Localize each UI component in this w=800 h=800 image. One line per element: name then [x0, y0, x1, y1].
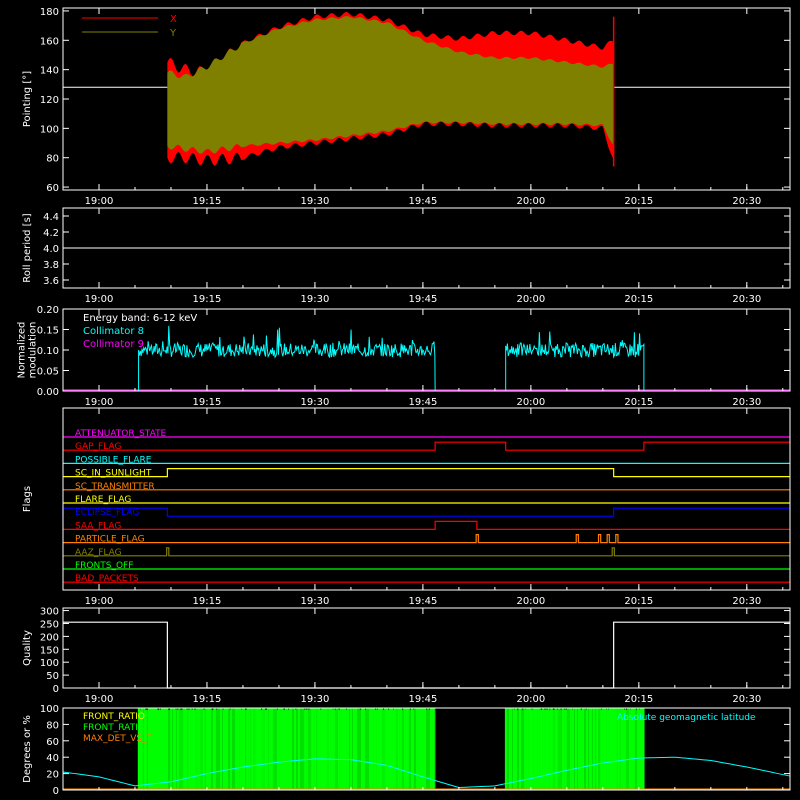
x-tick-label: 20:00	[516, 196, 545, 207]
y-tick-label: 4.4	[43, 212, 59, 223]
ratio-legend-label: FRONT_RATIO	[83, 712, 145, 722]
y-tick-label: 0.20	[37, 305, 59, 316]
y-tick-label: 4.0	[43, 244, 59, 255]
x-tick-label: 20:00	[516, 397, 545, 408]
x-tick-label: 20:15	[624, 694, 653, 705]
flag-label: ECLIPSE_FLAG	[75, 508, 139, 518]
y-tick-label: 100	[40, 658, 59, 669]
x-tick-label: 20:15	[624, 397, 653, 408]
x-tick-label: 19:15	[193, 596, 222, 607]
y-tick-label: 140	[40, 66, 59, 77]
pointing-y-label: Pointing [°]	[22, 71, 33, 127]
modulation-y-label: modulation	[28, 322, 39, 379]
x-tick-label: 20:30	[732, 294, 761, 305]
x-tick-label: 19:45	[408, 294, 437, 305]
x-tick-label: 19:30	[301, 196, 330, 207]
flags-y-label: Flags	[22, 486, 33, 512]
modulation-y-label: Normalized	[17, 322, 28, 379]
x-tick-label: 19:45	[408, 196, 437, 207]
y-tick-label: 4.2	[43, 228, 59, 239]
y-tick-label: 20	[46, 770, 59, 781]
rhessi-quicklook-chart: 19:00 19:15 19:30 19:45 20:00 20:15 20:30 60 80 1…	[0, 0, 800, 800]
y-tick-label: 60	[46, 737, 59, 748]
ratio-legend-label: MAX_DET_VS_T	[83, 734, 153, 744]
x-tick-label: 19:00	[85, 196, 114, 207]
x-tick-label: 20:30	[732, 694, 761, 705]
x-tick-label: 19:00	[85, 397, 114, 408]
y-tick-label: 3.8	[43, 260, 59, 271]
y-tick-label: 180	[40, 7, 59, 18]
ratio-legend-label: FRONT_RATIO_	[83, 723, 150, 733]
y-tick-label: 0	[53, 684, 59, 695]
y-tick-label: 0	[53, 786, 59, 797]
y-tick-label: 250	[40, 619, 59, 630]
legend-label-collimator8: Collimator 8	[83, 326, 144, 337]
x-tick-label: 20:30	[732, 397, 761, 408]
x-tick-label: 19:00	[85, 596, 114, 607]
x-tick-label: 19:45	[408, 596, 437, 607]
y-tick-label: 200	[40, 632, 59, 643]
energy-band-label: Energy band: 6-12 keV	[83, 313, 197, 324]
x-tick-label: 20:00	[516, 694, 545, 705]
y-tick-label: 0.00	[37, 387, 59, 398]
y-tick-label: 100	[40, 704, 59, 715]
x-tick-label: 20:30	[732, 196, 761, 207]
y-tick-label: 120	[40, 95, 59, 106]
quality-y-label: Quality	[22, 630, 33, 666]
x-tick-label: 20:15	[624, 196, 653, 207]
x-tick-label: 19:45	[408, 397, 437, 408]
x-tick-label: 19:30	[301, 694, 330, 705]
y-tick-label: 150	[40, 645, 59, 656]
roll-y-label: Roll period [s]	[22, 213, 33, 282]
legend-label-y: Y	[169, 28, 177, 39]
x-tick-label: 19:45	[408, 694, 437, 705]
x-tick-label: 20:30	[732, 596, 761, 607]
y-tick-label: 0.10	[37, 346, 59, 357]
x-tick-label: 19:15	[193, 694, 222, 705]
x-tick-label: 19:15	[193, 196, 222, 207]
y-tick-label: 0.15	[37, 326, 59, 337]
x-tick-label: 19:15	[193, 294, 222, 305]
x-tick-label: 20:00	[516, 596, 545, 607]
y-tick-label: 100	[40, 124, 59, 135]
x-tick-label: 19:30	[301, 596, 330, 607]
y-tick-label: 300	[40, 607, 59, 618]
x-tick-label: 20:15	[624, 294, 653, 305]
x-tick-label: 19:30	[301, 397, 330, 408]
x-tick-label: 19:00	[85, 694, 114, 705]
x-tick-label: 20:00	[516, 294, 545, 305]
ratios-y-label: Degrees or %	[22, 715, 33, 783]
y-tick-label: 160	[40, 36, 59, 47]
x-tick-label: 19:00	[85, 294, 114, 305]
y-tick-label: 50	[46, 671, 59, 682]
y-tick-label: 80	[46, 154, 59, 165]
y-tick-label: 3.6	[43, 276, 59, 287]
y-tick-label: 0.05	[37, 367, 59, 378]
legend-label-collimator9: Collimator 9	[83, 339, 144, 350]
x-tick-label: 19:30	[301, 294, 330, 305]
y-tick-label: 60	[46, 183, 59, 194]
latitude-legend-label: Absolute geomagnetic latitude	[617, 713, 756, 723]
x-tick-label: 20:15	[624, 596, 653, 607]
legend-label-x: X	[170, 14, 177, 25]
y-tick-label: 80	[46, 720, 59, 731]
x-tick-label: 19:15	[193, 397, 222, 408]
y-tick-label: 40	[46, 753, 59, 764]
